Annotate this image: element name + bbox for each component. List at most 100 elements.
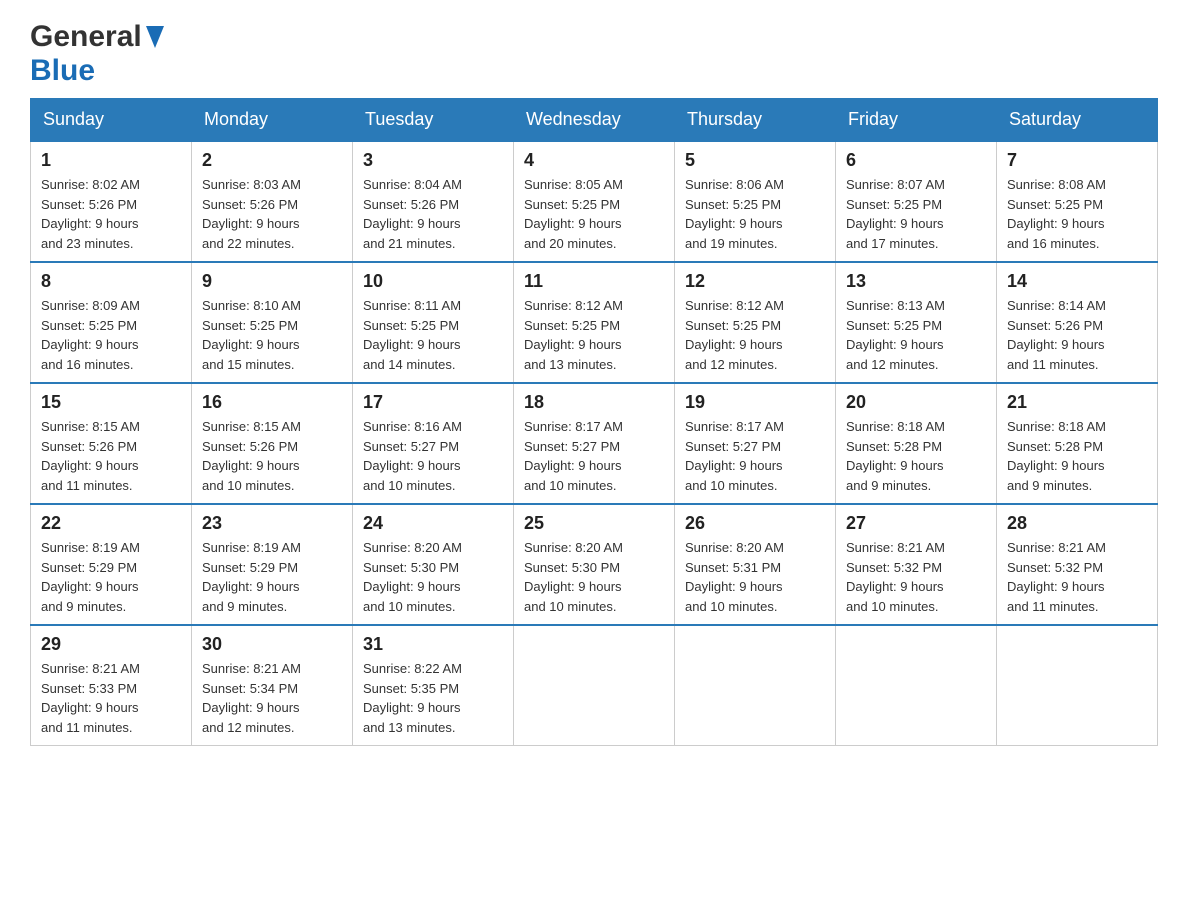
day-cell bbox=[675, 625, 836, 746]
day-cell: 12 Sunrise: 8:12 AMSunset: 5:25 PMDayligh… bbox=[675, 262, 836, 383]
header-day-saturday: Saturday bbox=[997, 99, 1158, 142]
day-number: 3 bbox=[363, 150, 503, 171]
logo-triangle-icon bbox=[146, 26, 164, 53]
day-cell: 20 Sunrise: 8:18 AMSunset: 5:28 PMDayligh… bbox=[836, 383, 997, 504]
day-cell: 19 Sunrise: 8:17 AMSunset: 5:27 PMDayligh… bbox=[675, 383, 836, 504]
day-number: 27 bbox=[846, 513, 986, 534]
day-info: Sunrise: 8:06 AMSunset: 5:25 PMDaylight:… bbox=[685, 175, 825, 253]
day-cell: 29 Sunrise: 8:21 AMSunset: 5:33 PMDayligh… bbox=[31, 625, 192, 746]
day-number: 9 bbox=[202, 271, 342, 292]
day-number: 17 bbox=[363, 392, 503, 413]
day-number: 5 bbox=[685, 150, 825, 171]
day-cell: 2Sunrise: 8:03 AMSunset: 5:26 PMDaylight… bbox=[192, 141, 353, 262]
day-cell bbox=[836, 625, 997, 746]
page-header: General Blue bbox=[30, 20, 1158, 88]
week-row-5: 29 Sunrise: 8:21 AMSunset: 5:33 PMDayligh… bbox=[31, 625, 1158, 746]
day-number: 7 bbox=[1007, 150, 1147, 171]
day-number: 19 bbox=[685, 392, 825, 413]
day-cell bbox=[514, 625, 675, 746]
day-number: 29 bbox=[41, 634, 181, 655]
day-info: Sunrise: 8:20 AMSunset: 5:30 PMDaylight:… bbox=[363, 538, 503, 616]
day-info: Sunrise: 8:15 AMSunset: 5:26 PMDaylight:… bbox=[41, 417, 181, 495]
day-number: 18 bbox=[524, 392, 664, 413]
day-info: Sunrise: 8:12 AMSunset: 5:25 PMDaylight:… bbox=[524, 296, 664, 374]
day-number: 30 bbox=[202, 634, 342, 655]
day-cell: 14 Sunrise: 8:14 AMSunset: 5:26 PMDayligh… bbox=[997, 262, 1158, 383]
day-number: 20 bbox=[846, 392, 986, 413]
day-cell: 23 Sunrise: 8:19 AMSunset: 5:29 PMDayligh… bbox=[192, 504, 353, 625]
day-cell: 13 Sunrise: 8:13 AMSunset: 5:25 PMDayligh… bbox=[836, 262, 997, 383]
day-info: Sunrise: 8:21 AMSunset: 5:32 PMDaylight:… bbox=[846, 538, 986, 616]
day-cell: 25 Sunrise: 8:20 AMSunset: 5:30 PMDayligh… bbox=[514, 504, 675, 625]
day-number: 22 bbox=[41, 513, 181, 534]
day-info: Sunrise: 8:17 AMSunset: 5:27 PMDaylight:… bbox=[685, 417, 825, 495]
day-number: 1 bbox=[41, 150, 181, 171]
day-number: 10 bbox=[363, 271, 503, 292]
day-cell: 30 Sunrise: 8:21 AMSunset: 5:34 PMDayligh… bbox=[192, 625, 353, 746]
day-info: Sunrise: 8:07 AMSunset: 5:25 PMDaylight:… bbox=[846, 175, 986, 253]
day-info: Sunrise: 8:20 AMSunset: 5:31 PMDaylight:… bbox=[685, 538, 825, 616]
calendar-table: SundayMondayTuesdayWednesdayThursdayFrid… bbox=[30, 98, 1158, 746]
day-number: 11 bbox=[524, 271, 664, 292]
day-number: 14 bbox=[1007, 271, 1147, 292]
day-number: 8 bbox=[41, 271, 181, 292]
day-cell: 17 Sunrise: 8:16 AMSunset: 5:27 PMDayligh… bbox=[353, 383, 514, 504]
day-cell: 3Sunrise: 8:04 AMSunset: 5:26 PMDaylight… bbox=[353, 141, 514, 262]
day-number: 25 bbox=[524, 513, 664, 534]
day-cell: 22 Sunrise: 8:19 AMSunset: 5:29 PMDayligh… bbox=[31, 504, 192, 625]
day-number: 13 bbox=[846, 271, 986, 292]
day-number: 12 bbox=[685, 271, 825, 292]
day-info: Sunrise: 8:21 AMSunset: 5:33 PMDaylight:… bbox=[41, 659, 181, 737]
day-number: 4 bbox=[524, 150, 664, 171]
week-row-4: 22 Sunrise: 8:19 AMSunset: 5:29 PMDayligh… bbox=[31, 504, 1158, 625]
day-info: Sunrise: 8:18 AMSunset: 5:28 PMDaylight:… bbox=[846, 417, 986, 495]
header-day-wednesday: Wednesday bbox=[514, 99, 675, 142]
week-row-2: 8Sunrise: 8:09 AMSunset: 5:25 PMDaylight… bbox=[31, 262, 1158, 383]
day-cell: 10 Sunrise: 8:11 AMSunset: 5:25 PMDayligh… bbox=[353, 262, 514, 383]
day-info: Sunrise: 8:18 AMSunset: 5:28 PMDaylight:… bbox=[1007, 417, 1147, 495]
day-info: Sunrise: 8:11 AMSunset: 5:25 PMDaylight:… bbox=[363, 296, 503, 374]
day-info: Sunrise: 8:05 AMSunset: 5:25 PMDaylight:… bbox=[524, 175, 664, 253]
day-number: 23 bbox=[202, 513, 342, 534]
day-info: Sunrise: 8:14 AMSunset: 5:26 PMDaylight:… bbox=[1007, 296, 1147, 374]
header-day-friday: Friday bbox=[836, 99, 997, 142]
day-cell: 31Sunrise: 8:22 AMSunset: 5:35 PMDayligh… bbox=[353, 625, 514, 746]
day-info: Sunrise: 8:10 AMSunset: 5:25 PMDaylight:… bbox=[202, 296, 342, 374]
day-number: 31 bbox=[363, 634, 503, 655]
day-info: Sunrise: 8:21 AMSunset: 5:32 PMDaylight:… bbox=[1007, 538, 1147, 616]
header-day-sunday: Sunday bbox=[31, 99, 192, 142]
day-info: Sunrise: 8:21 AMSunset: 5:34 PMDaylight:… bbox=[202, 659, 342, 737]
day-cell bbox=[997, 625, 1158, 746]
header-day-tuesday: Tuesday bbox=[353, 99, 514, 142]
day-info: Sunrise: 8:08 AMSunset: 5:25 PMDaylight:… bbox=[1007, 175, 1147, 253]
header-row: SundayMondayTuesdayWednesdayThursdayFrid… bbox=[31, 99, 1158, 142]
day-cell: 16Sunrise: 8:15 AMSunset: 5:26 PMDayligh… bbox=[192, 383, 353, 504]
week-row-3: 15Sunrise: 8:15 AMSunset: 5:26 PMDayligh… bbox=[31, 383, 1158, 504]
day-info: Sunrise: 8:13 AMSunset: 5:25 PMDaylight:… bbox=[846, 296, 986, 374]
day-cell: 27 Sunrise: 8:21 AMSunset: 5:32 PMDayligh… bbox=[836, 504, 997, 625]
day-cell: 9 Sunrise: 8:10 AMSunset: 5:25 PMDaylight… bbox=[192, 262, 353, 383]
day-info: Sunrise: 8:03 AMSunset: 5:26 PMDaylight:… bbox=[202, 175, 342, 253]
day-info: Sunrise: 8:19 AMSunset: 5:29 PMDaylight:… bbox=[41, 538, 181, 616]
day-cell: 15Sunrise: 8:15 AMSunset: 5:26 PMDayligh… bbox=[31, 383, 192, 504]
day-info: Sunrise: 8:20 AMSunset: 5:30 PMDaylight:… bbox=[524, 538, 664, 616]
day-number: 24 bbox=[363, 513, 503, 534]
day-cell: 24 Sunrise: 8:20 AMSunset: 5:30 PMDayligh… bbox=[353, 504, 514, 625]
logo: General Blue bbox=[30, 20, 164, 88]
header-day-monday: Monday bbox=[192, 99, 353, 142]
day-cell: 1Sunrise: 8:02 AMSunset: 5:26 PMDaylight… bbox=[31, 141, 192, 262]
day-cell: 4 Sunrise: 8:05 AMSunset: 5:25 PMDaylight… bbox=[514, 141, 675, 262]
day-cell: 8Sunrise: 8:09 AMSunset: 5:25 PMDaylight… bbox=[31, 262, 192, 383]
day-cell: 7 Sunrise: 8:08 AMSunset: 5:25 PMDaylight… bbox=[997, 141, 1158, 262]
day-info: Sunrise: 8:12 AMSunset: 5:25 PMDaylight:… bbox=[685, 296, 825, 374]
week-row-1: 1Sunrise: 8:02 AMSunset: 5:26 PMDaylight… bbox=[31, 141, 1158, 262]
day-cell: 26Sunrise: 8:20 AMSunset: 5:31 PMDayligh… bbox=[675, 504, 836, 625]
logo-general-text: General bbox=[30, 20, 142, 54]
day-info: Sunrise: 8:19 AMSunset: 5:29 PMDaylight:… bbox=[202, 538, 342, 616]
header-day-thursday: Thursday bbox=[675, 99, 836, 142]
day-number: 28 bbox=[1007, 513, 1147, 534]
day-info: Sunrise: 8:16 AMSunset: 5:27 PMDaylight:… bbox=[363, 417, 503, 495]
day-cell: 28 Sunrise: 8:21 AMSunset: 5:32 PMDayligh… bbox=[997, 504, 1158, 625]
day-number: 6 bbox=[846, 150, 986, 171]
day-cell: 18Sunrise: 8:17 AMSunset: 5:27 PMDayligh… bbox=[514, 383, 675, 504]
